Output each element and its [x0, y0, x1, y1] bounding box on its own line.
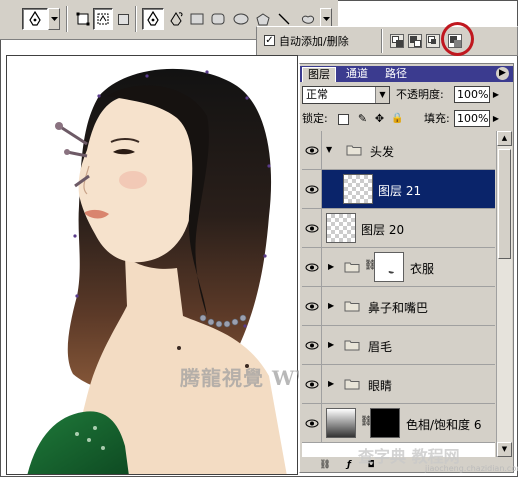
- layers-panel: 图层 通道 路径 ▶ 正常 ▼ 不透明度: 100% ▶ 锁定: ✎ ✥ 🔒 填…: [299, 63, 514, 473]
- layer-row-hue-saturation[interactable]: ⛓ 色相/饱和度 6: [302, 404, 495, 443]
- panel-tabs: 图层 通道 路径 ▶: [300, 66, 513, 82]
- lock-transparency-icon[interactable]: [338, 114, 349, 125]
- intersect-path-areas-icon[interactable]: [426, 34, 440, 48]
- document-canvas[interactable]: [6, 55, 298, 475]
- eye-icon[interactable]: [302, 365, 322, 403]
- folder-icon: [344, 379, 360, 390]
- layer-row-layer-21[interactable]: 图层 21: [302, 170, 495, 209]
- pen-tool-preset-icon[interactable]: [22, 8, 48, 30]
- eye-icon[interactable]: [302, 404, 322, 442]
- tab-layers[interactable]: 图层: [302, 67, 336, 82]
- layer-thumbnail: [343, 174, 373, 204]
- layer-style-icon[interactable]: ƒ: [342, 459, 356, 471]
- paths-icon[interactable]: [93, 8, 113, 30]
- tab-paths[interactable]: 路径: [380, 67, 412, 82]
- folder-icon: [344, 262, 360, 273]
- folder-icon: [344, 340, 360, 351]
- folder-icon: [346, 145, 362, 156]
- layer-name: 图层 20: [361, 223, 405, 237]
- layers-scrollbar[interactable]: ▲ ▼: [496, 131, 512, 457]
- separator: [381, 29, 383, 53]
- layer-name: 色相/饱和度 6: [406, 418, 482, 432]
- eye-icon[interactable]: [302, 209, 322, 247]
- add-to-path-area-icon[interactable]: [390, 34, 404, 48]
- highlight-circle: [441, 22, 474, 56]
- layer-thumbnail: [326, 213, 356, 243]
- ellipse-icon[interactable]: [231, 8, 251, 30]
- blend-mode-value: 正常: [306, 88, 328, 101]
- layer-row-hair-group[interactable]: ▼ 头发: [302, 131, 495, 170]
- scroll-down-icon[interactable]: ▼: [497, 442, 512, 457]
- watermark-badge-url: jiaocheng.chazidian.com: [425, 464, 518, 473]
- lock-image-icon[interactable]: ✎: [357, 113, 368, 125]
- auto-add-delete-label: 自动添加/删除: [279, 35, 349, 48]
- adjustment-thumbnail: [326, 408, 356, 438]
- layer-name: 图层 21: [378, 184, 422, 198]
- fill-input[interactable]: 100%: [454, 110, 490, 127]
- pen-icon[interactable]: [142, 8, 164, 30]
- fill-pixels-icon[interactable]: [115, 8, 131, 30]
- eye-icon[interactable]: [302, 287, 322, 325]
- folder-icon: [344, 301, 360, 312]
- lock-all-icon[interactable]: 🔒: [391, 114, 403, 125]
- expand-triangle-icon[interactable]: ▶: [328, 262, 337, 271]
- layer-name: 眼睛: [368, 379, 393, 393]
- mask-thumbnail: [370, 408, 400, 438]
- layer-name: 鼻子和嘴巴: [368, 301, 429, 315]
- rectangle-icon[interactable]: [188, 8, 206, 30]
- layer-row-eyes-group[interactable]: ▶ 眼睛: [302, 365, 495, 404]
- chevron-down-icon: ▼: [375, 87, 389, 103]
- layer-name: 衣服: [410, 262, 435, 276]
- auto-add-delete-bar: ✓ 自动添加/删除: [256, 26, 518, 56]
- scroll-up-icon[interactable]: ▲: [497, 131, 512, 146]
- eye-icon[interactable]: [302, 248, 322, 286]
- layer-row-layer-20[interactable]: 图层 20: [302, 209, 495, 248]
- blend-opacity-row: 正常 ▼ 不透明度: 100% ▶: [302, 86, 513, 106]
- portrait-illustration: [27, 68, 287, 474]
- eye-icon[interactable]: [302, 326, 322, 364]
- layer-row-clothes-group[interactable]: ▶ ⛓ 衣服: [302, 248, 495, 287]
- scroll-thumb[interactable]: [498, 149, 511, 259]
- lock-position-icon[interactable]: ✥: [374, 113, 385, 125]
- tab-channels[interactable]: 通道: [341, 67, 373, 82]
- fill-slider-icon[interactable]: ▶: [491, 110, 501, 127]
- freeform-pen-icon[interactable]: [166, 8, 186, 30]
- layer-row-eyebrow-group[interactable]: ▶ 眉毛: [302, 326, 495, 365]
- subtract-from-path-area-icon[interactable]: [408, 34, 422, 48]
- separator: [66, 6, 68, 32]
- expand-triangle-icon[interactable]: ▶: [328, 340, 337, 349]
- expand-triangle-icon[interactable]: ▼: [326, 145, 335, 154]
- lock-fill-row: 锁定: ✎ ✥ 🔒 填充: 100% ▶: [302, 110, 513, 130]
- layer-row-nose-mouth-group[interactable]: ▶ 鼻子和嘴巴: [302, 287, 495, 326]
- link-layers-icon[interactable]: ⛓: [318, 459, 332, 471]
- rounded-rectangle-icon[interactable]: [209, 8, 227, 30]
- separator: [135, 6, 137, 32]
- layer-name: 头发: [370, 145, 395, 159]
- chevron-down-icon[interactable]: [48, 8, 60, 30]
- layer-name: 眉毛: [368, 340, 393, 354]
- auto-add-delete-checkbox[interactable]: ✓: [264, 35, 275, 46]
- check-mark: ✓: [265, 35, 274, 46]
- lock-label: 锁定:: [302, 112, 328, 125]
- fill-label: 填充:: [424, 112, 450, 125]
- shape-layers-icon[interactable]: [74, 8, 92, 30]
- opacity-label: 不透明度:: [396, 88, 444, 101]
- eye-icon[interactable]: [302, 170, 322, 208]
- layers-list: ▼ 头发 图层 21 图层 20 ▶ ⛓ 衣服 ▶ 鼻子和嘴巴 ▶ 眉毛 ▶ 眼…: [302, 131, 495, 457]
- blend-mode-select[interactable]: 正常 ▼: [302, 86, 390, 104]
- eye-icon[interactable]: [302, 131, 322, 169]
- mask-thumbnail: [374, 252, 404, 282]
- expand-triangle-icon[interactable]: ▶: [328, 301, 337, 310]
- panel-menu-icon[interactable]: ▶: [496, 67, 509, 80]
- opacity-input[interactable]: 100%: [454, 86, 490, 103]
- expand-triangle-icon[interactable]: ▶: [328, 379, 337, 388]
- opacity-slider-icon[interactable]: ▶: [491, 86, 501, 103]
